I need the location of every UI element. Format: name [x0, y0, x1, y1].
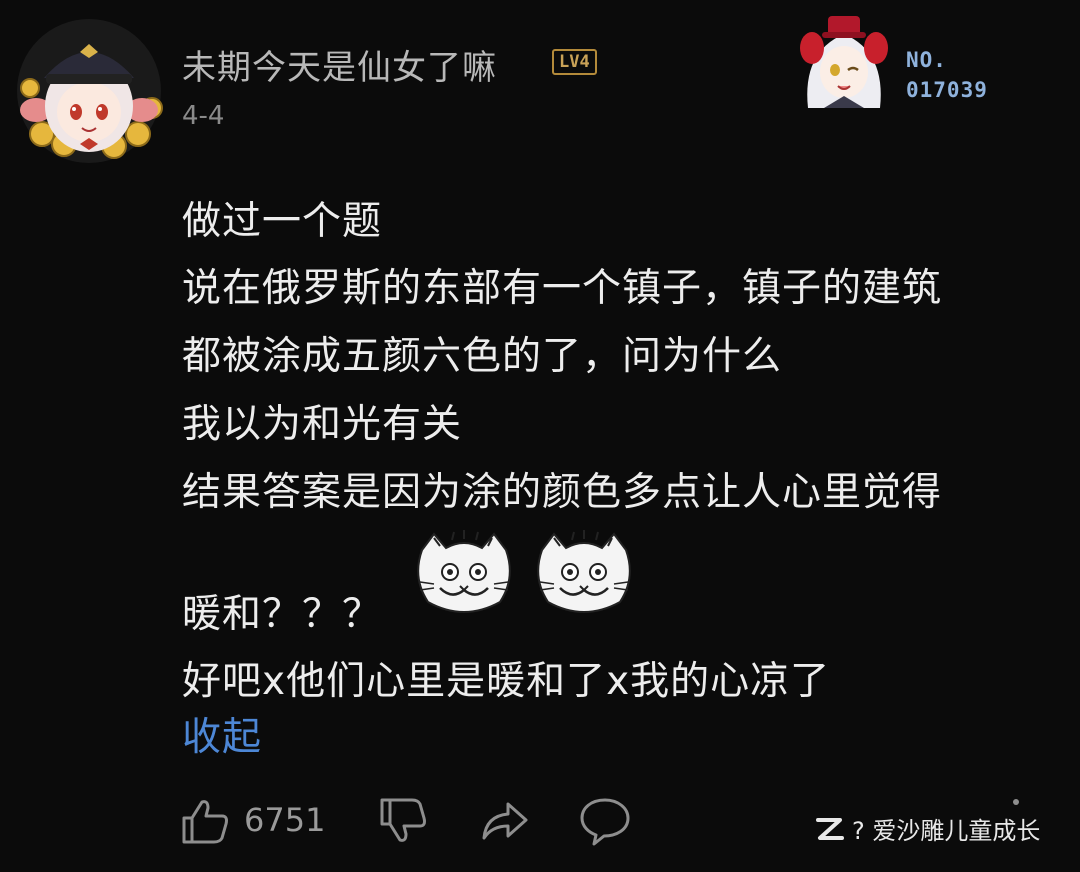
- thumbs-down-icon[interactable]: [376, 794, 430, 848]
- anime-girl-fan-badge-icon: [800, 16, 888, 108]
- user-avatar[interactable]: [14, 16, 164, 166]
- laughing-cat-sticker: [412, 530, 516, 618]
- fan-number-label: NO.: [906, 48, 947, 72]
- thumbs-up-icon[interactable]: [178, 794, 232, 848]
- laughing-cat-emoji-icon: [537, 530, 631, 613]
- comment-line-5: 结果答案是因为涂的颜色多点让人心里觉得: [182, 470, 943, 515]
- share-arrow-icon[interactable]: [478, 794, 532, 848]
- fan-number-value: 017039: [906, 78, 988, 102]
- laughing-cat-sticker: [532, 530, 636, 618]
- comment-line-6: 暖和？？？: [182, 592, 383, 637]
- comment-line-3: 都被涂成五颜六色的了，问为什么: [182, 334, 783, 379]
- collapse-button[interactable]: 收起: [182, 706, 262, 762]
- comment-line-2: 说在俄罗斯的东部有一个镇子，镇子的建筑: [182, 266, 943, 311]
- comment-bubble-icon[interactable]: [578, 794, 632, 848]
- anime-girl-avatar-icon: [17, 19, 163, 163]
- author-name[interactable]: 未期今天是仙女了嘛: [182, 40, 497, 89]
- like-count: 6751: [244, 801, 326, 839]
- zhihu-logo-icon: [816, 818, 844, 840]
- comment-line-7: 好吧x他们心里是暖和了x我的心凉了: [182, 659, 831, 704]
- comment-line-1: 做过一个题: [182, 199, 383, 244]
- comment-date: 4-4: [182, 101, 225, 131]
- level-badge: LV4: [552, 49, 597, 75]
- source-watermark: ? 爱沙雕儿童成长: [814, 808, 1040, 848]
- comment-line-4: 我以为和光有关: [182, 402, 463, 447]
- laughing-cat-emoji-icon: [417, 530, 511, 613]
- watermark-text: ? 爱沙雕儿童成长: [852, 816, 1041, 845]
- fan-badge-image[interactable]: [798, 12, 890, 108]
